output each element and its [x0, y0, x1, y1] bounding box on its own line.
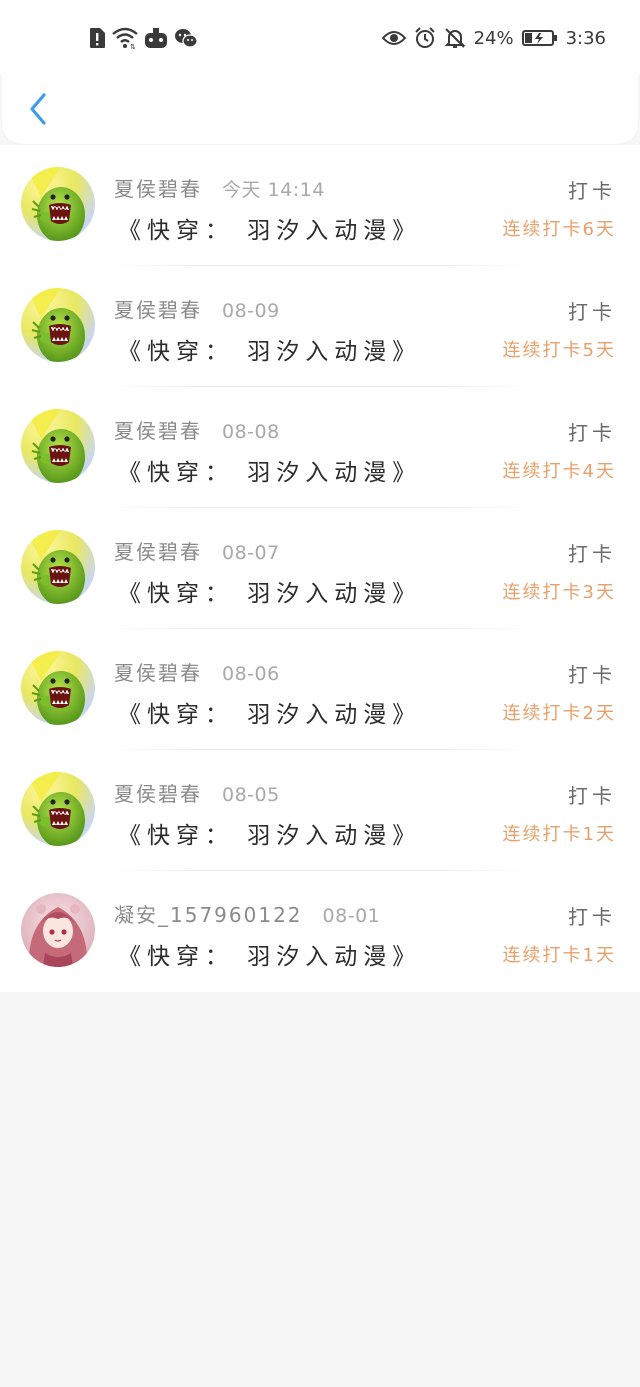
avatar[interactable]: [21, 772, 95, 846]
username[interactable]: 夏侯碧春 08-06: [114, 657, 280, 686]
checkin-date: 08-06: [222, 663, 280, 685]
checkin-label: 打卡: [568, 542, 616, 566]
avatar-green-monster-image: [21, 530, 95, 604]
checkin-list: 夏侯碧春 今天 14:14 《快穿： 羽汐入动漫》 打卡 连续打卡6天 夏侯碧春…: [0, 145, 640, 992]
username-text: 夏侯碧春: [114, 540, 202, 564]
svg-text:⇅: ⇅: [130, 43, 136, 49]
status-right-icons: 24% 3:36: [381, 24, 606, 52]
checkin-label: 打卡: [568, 905, 616, 929]
wechat-icon: [174, 27, 198, 49]
checkin-row[interactable]: 夏侯碧春 08-05 《快穿： 羽汐入动漫》 打卡 连续打卡1天: [0, 750, 640, 871]
avatar[interactable]: [21, 288, 95, 362]
username-text: 夏侯碧春: [114, 661, 202, 685]
bell-off-icon: [444, 27, 466, 49]
avatar[interactable]: [21, 409, 95, 483]
streak-label: 连续打卡1天: [502, 824, 616, 845]
avatar-green-monster-image: [21, 288, 95, 362]
avatar-green-monster-image: [21, 409, 95, 483]
username-text: 夏侯碧春: [114, 298, 202, 322]
streak-label: 连续打卡5天: [502, 340, 616, 361]
username[interactable]: 夏侯碧春 今天 14:14: [114, 173, 325, 202]
status-left-icons: ⇅: [88, 24, 198, 52]
avatar-green-monster-image: [21, 167, 95, 241]
back-button[interactable]: [20, 88, 56, 130]
checkin-label: 打卡: [568, 421, 616, 445]
clock: 3:36: [565, 27, 606, 49]
streak-label: 连续打卡6天: [502, 219, 616, 240]
checkin-date: 08-01: [322, 905, 381, 927]
checkin-row[interactable]: 凝安_157960122 08-01 《快穿： 羽汐入动漫》 打卡 连续打卡1天: [0, 871, 640, 992]
avatar-green-monster-image: [21, 772, 95, 846]
avatar[interactable]: [21, 893, 95, 967]
checkin-label: 打卡: [568, 300, 616, 324]
sim-alert-icon: [88, 27, 106, 49]
checkin-row[interactable]: 夏侯碧春 08-06 《快穿： 羽汐入动漫》 打卡 连续打卡2天: [0, 629, 640, 750]
book-title[interactable]: 《快穿： 羽汐入动漫》: [118, 332, 421, 366]
status-bar: ⇅ 24% 3:36: [0, 0, 640, 74]
checkin-row[interactable]: 夏侯碧春 今天 14:14 《快穿： 羽汐入动漫》 打卡 连续打卡6天: [0, 145, 640, 266]
book-title[interactable]: 《快穿： 羽汐入动漫》: [118, 816, 421, 850]
battery-percent: 24%: [473, 27, 514, 49]
checkin-row[interactable]: 夏侯碧春 08-09 《快穿： 羽汐入动漫》 打卡 连续打卡5天: [0, 266, 640, 387]
book-title[interactable]: 《快穿： 羽汐入动漫》: [118, 574, 421, 608]
wifi-icon: ⇅: [112, 27, 138, 49]
book-title[interactable]: 《快穿： 羽汐入动漫》: [118, 453, 421, 487]
chevron-left-icon: [30, 93, 46, 125]
avatar-anime-girl-image: [21, 893, 95, 967]
username[interactable]: 夏侯碧春 08-07: [114, 536, 280, 565]
checkin-row[interactable]: 夏侯碧春 08-07 《快穿： 羽汐入动漫》 打卡 连续打卡3天: [0, 508, 640, 629]
username[interactable]: 夏侯碧春 08-09: [114, 294, 280, 323]
checkin-row[interactable]: 夏侯碧春 08-08 《快穿： 羽汐入动漫》 打卡 连续打卡4天: [0, 387, 640, 508]
book-title[interactable]: 《快穿： 羽汐入动漫》: [118, 937, 421, 971]
top-nav: [2, 74, 638, 144]
username-text: 夏侯碧春: [114, 419, 202, 443]
alarm-icon: [414, 27, 436, 49]
checkin-label: 打卡: [568, 784, 616, 808]
username[interactable]: 夏侯碧春 08-08: [114, 415, 280, 444]
checkin-label: 打卡: [568, 663, 616, 687]
game-app-icon: [144, 27, 168, 49]
checkin-label: 打卡: [568, 179, 616, 203]
avatar[interactable]: [21, 530, 95, 604]
book-title[interactable]: 《快穿： 羽汐入动漫》: [118, 695, 421, 729]
streak-label: 连续打卡3天: [502, 582, 616, 603]
streak-label: 连续打卡4天: [502, 461, 616, 482]
checkin-date: 08-08: [222, 421, 280, 443]
username-text: 夏侯碧春: [114, 782, 202, 806]
username[interactable]: 夏侯碧春 08-05: [114, 778, 280, 807]
username[interactable]: 凝安_157960122 08-01: [114, 899, 380, 928]
book-title[interactable]: 《快穿： 羽汐入动漫》: [118, 211, 421, 245]
checkin-date: 08-09: [222, 300, 280, 322]
avatar-green-monster-image: [21, 651, 95, 725]
avatar[interactable]: [21, 167, 95, 241]
eye-icon: [381, 29, 406, 47]
checkin-date: 08-07: [222, 542, 280, 564]
checkin-date: 今天 14:14: [222, 179, 325, 201]
username-text: 凝安_157960122: [114, 903, 303, 927]
checkin-date: 08-05: [222, 784, 280, 806]
streak-label: 连续打卡1天: [502, 945, 616, 966]
streak-label: 连续打卡2天: [502, 703, 616, 724]
username-text: 夏侯碧春: [114, 177, 202, 201]
battery-icon: [521, 29, 558, 47]
avatar[interactable]: [21, 651, 95, 725]
